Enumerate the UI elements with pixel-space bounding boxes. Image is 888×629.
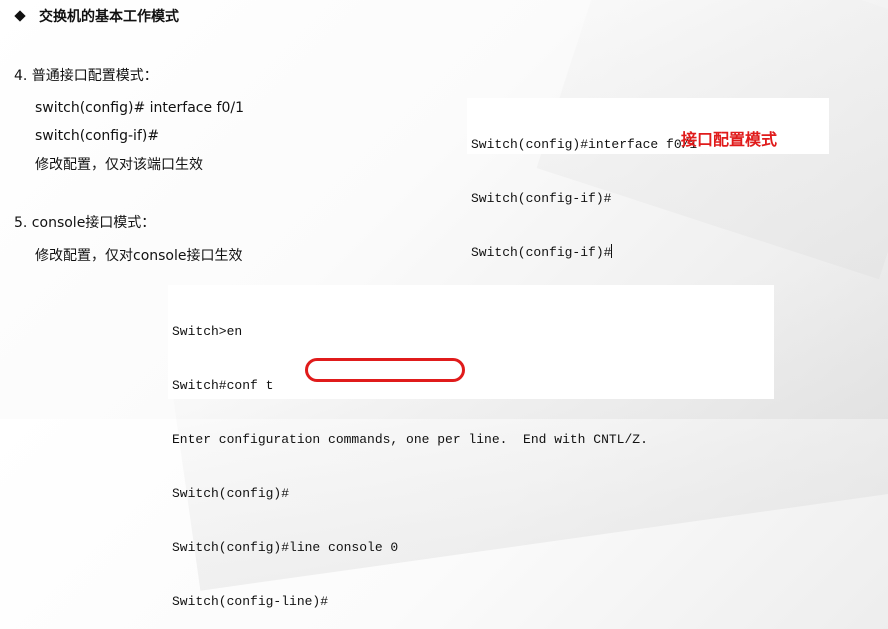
section-4-line-2: switch(config-if)# — [35, 128, 160, 144]
section-5-line-1: 修改配置，仅对console接口生效 — [35, 248, 243, 264]
terminal-line: Switch>en — [172, 324, 243, 339]
terminal-line: Switch(config)#line console 0 — [172, 540, 399, 555]
terminal-line: Switch#conf t — [172, 378, 274, 393]
terminal-console-config: Switch>en Switch#conf t Enter configurat… — [168, 285, 774, 609]
section-4-line-3: 修改配置，仅对该端口生效 — [35, 157, 203, 173]
terminal-line: Enter configuration commands, one per li… — [172, 432, 648, 447]
highlight-oval — [305, 358, 465, 382]
text-cursor — [611, 244, 613, 258]
slide-title-text: 交换机的基本工作模式 — [39, 9, 179, 25]
section-4-heading: 4. 普通接口配置模式： — [14, 68, 158, 84]
terminal-line: Switch(config-if)# — [471, 191, 612, 206]
terminal-line-text: Switch(config-if)# — [471, 245, 612, 260]
terminal-line: Switch(config)# — [172, 486, 290, 501]
interface-mode-annotation: 接口配置模式 — [681, 130, 778, 149]
diamond-icon — [14, 10, 26, 22]
terminal-line: Switch(config-line)# — [172, 594, 329, 609]
terminal-line: Switch(config-if)# — [471, 244, 829, 262]
section-4-line-1: switch(config)# interface f0/1 — [35, 100, 244, 116]
section-5-heading: 5. console接口模式： — [14, 215, 156, 231]
slide-title: 交换机的基本工作模式 — [14, 5, 179, 27]
